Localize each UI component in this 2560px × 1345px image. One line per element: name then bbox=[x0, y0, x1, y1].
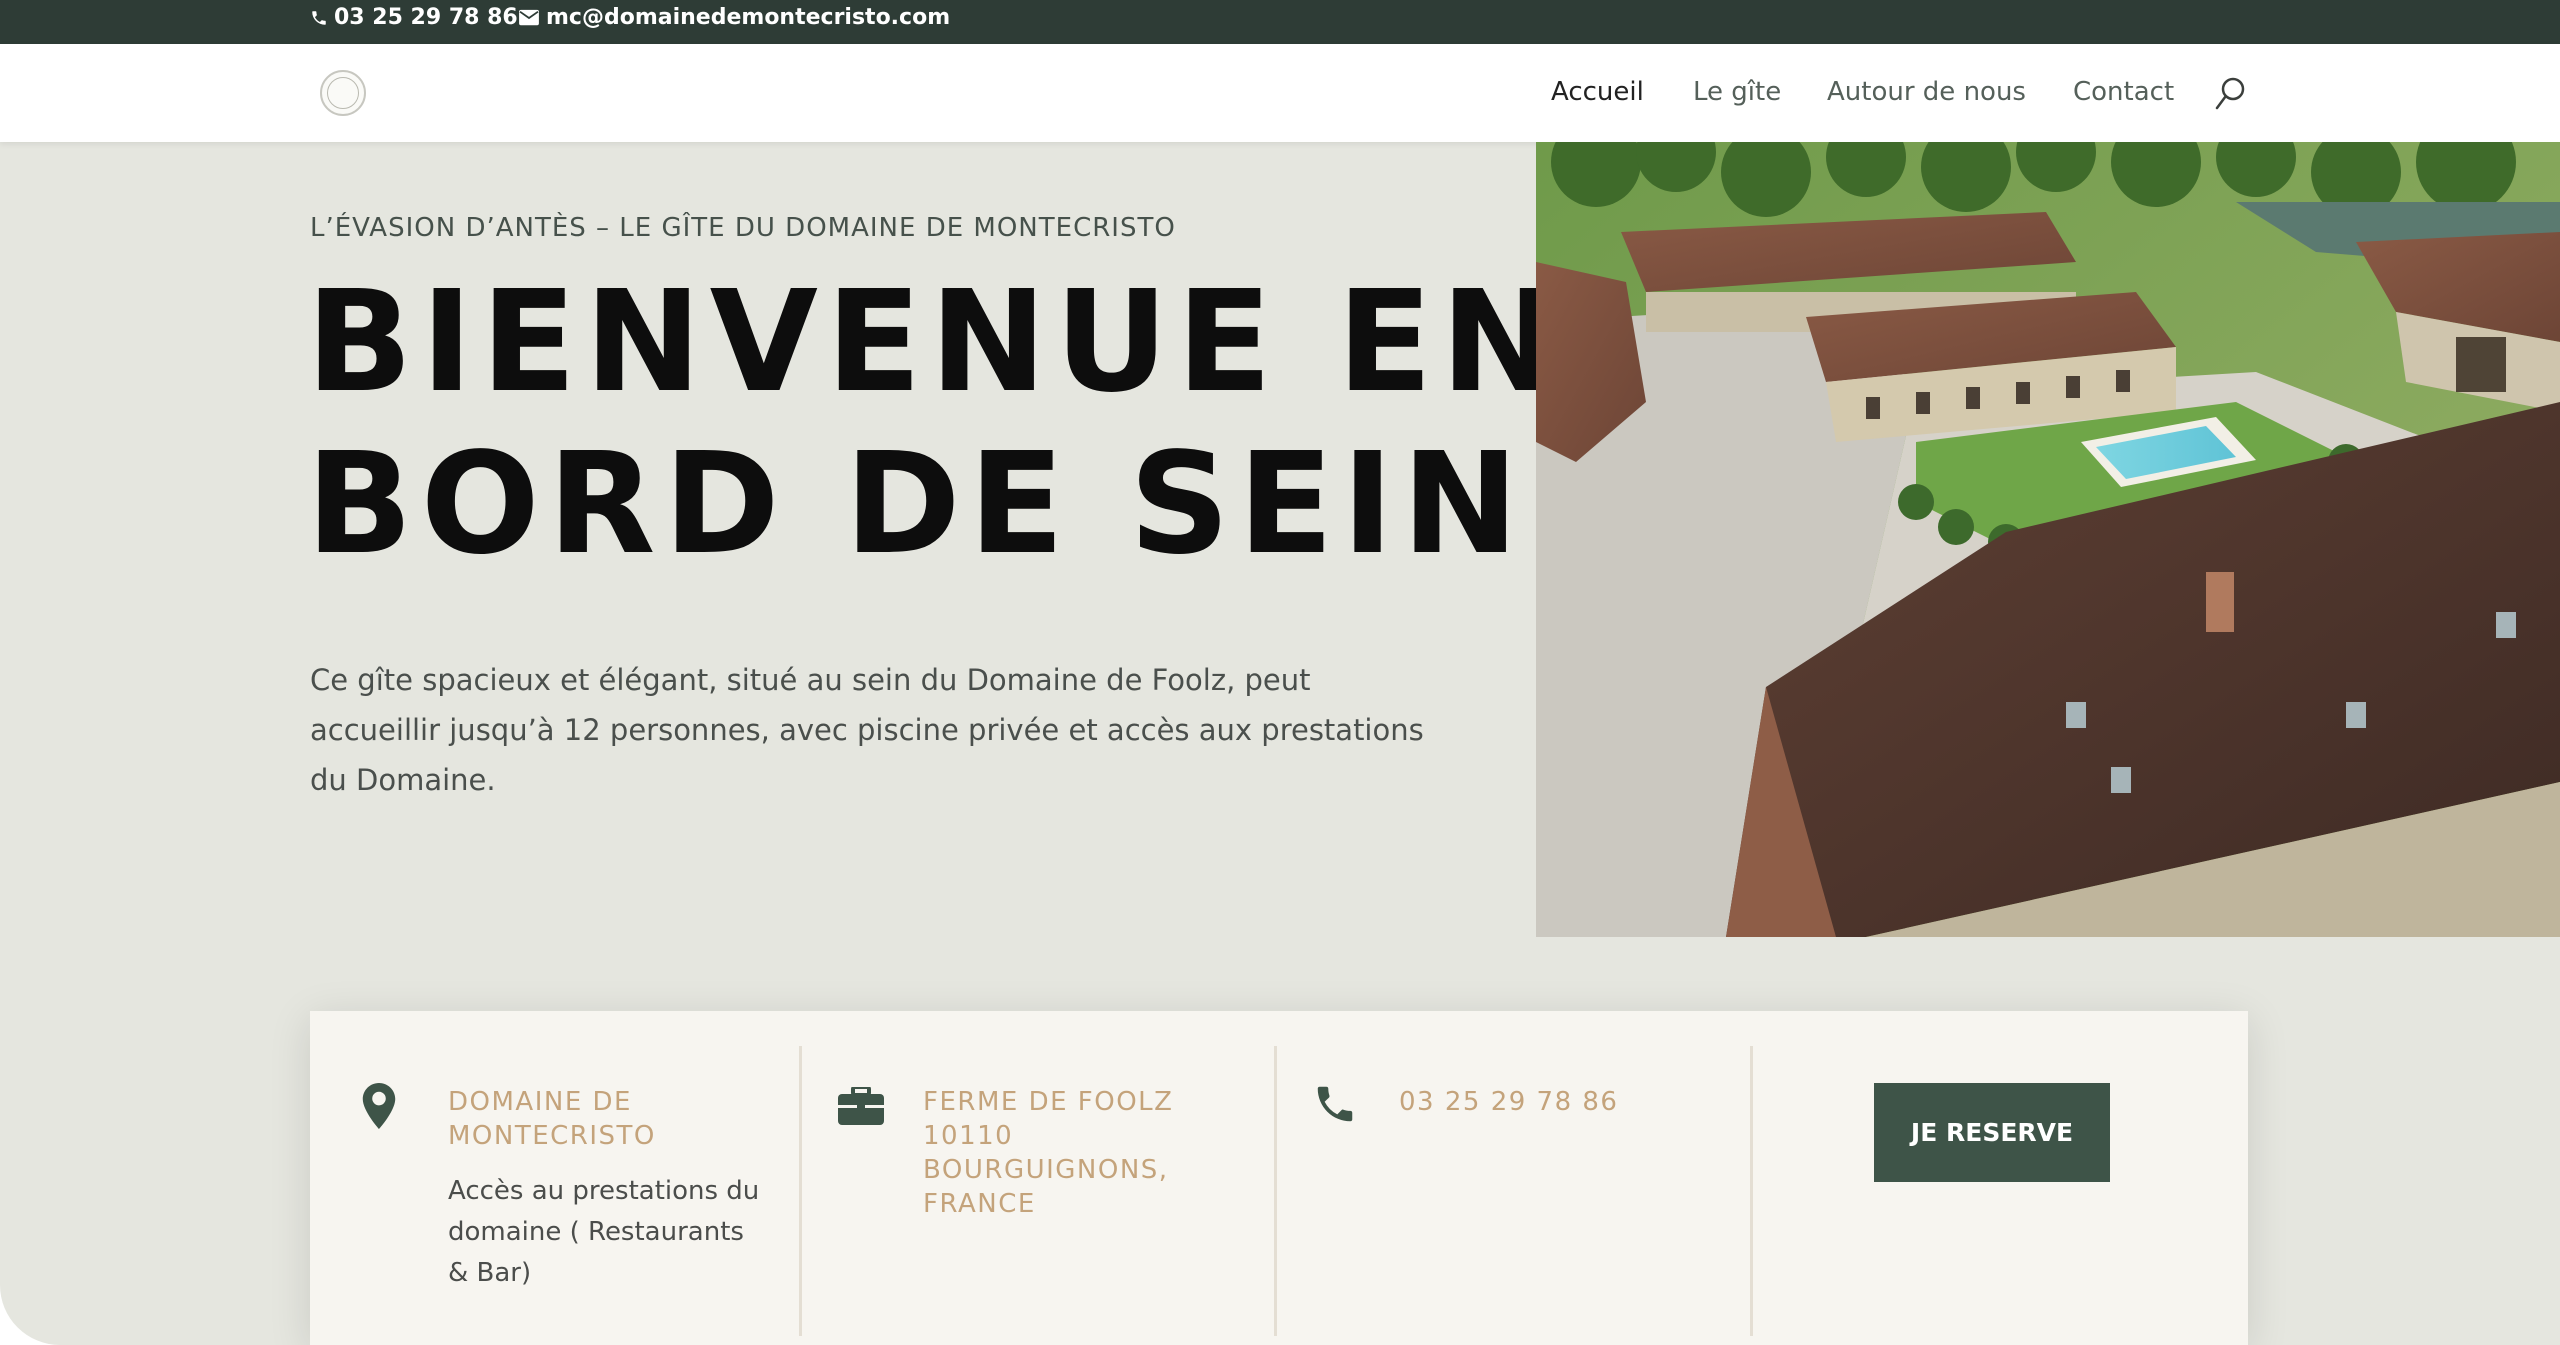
phone-icon bbox=[312, 11, 326, 25]
hero-headline: BIENVENUE EN BORD DE SEINE. bbox=[306, 262, 1692, 586]
map-pin-icon bbox=[362, 1083, 396, 1129]
aerial-estate-image bbox=[1536, 142, 2560, 937]
briefcase-icon bbox=[838, 1087, 884, 1125]
hero-headline-line-2: BORD DE SEINE. bbox=[306, 423, 1692, 586]
mail-icon bbox=[519, 9, 539, 26]
topbar-phone-link[interactable]: 03 25 29 78 86 bbox=[310, 3, 518, 33]
window-corner bbox=[0, 1285, 60, 1345]
hero-aerial-photo bbox=[1536, 142, 2560, 937]
nav-item-accueil[interactable]: Accueil bbox=[1551, 74, 1644, 110]
search-icon[interactable] bbox=[2214, 76, 2248, 112]
topbar-phone-text: 03 25 29 78 86 bbox=[334, 5, 518, 30]
nav-item-le-gite[interactable]: Le gîte bbox=[1693, 74, 1781, 110]
card-divider bbox=[1750, 1046, 1753, 1336]
card-divider bbox=[799, 1046, 802, 1336]
reserve-button[interactable]: JE RESERVE bbox=[1874, 1083, 2110, 1182]
info-card: DOMAINE DE MONTECRISTO Accès au prestati… bbox=[310, 1011, 2248, 1345]
contact-phone-title[interactable]: 03 25 29 78 86 bbox=[1399, 1085, 1719, 1119]
hero-intro-text: Ce gîte spacieux et élégant, situé au se… bbox=[310, 663, 1424, 797]
domain-services-description: Accès au prestations du domaine ( Restau… bbox=[448, 1176, 760, 1288]
topbar-email-text: mc@domainedemontecristo.com bbox=[546, 5, 951, 30]
topbar-email-link[interactable]: mc@domainedemontecristo.com bbox=[518, 3, 950, 33]
nav-item-contact[interactable]: Contact bbox=[2073, 74, 2174, 110]
phone-icon bbox=[1317, 1086, 1353, 1122]
address-title: FERME DE FOOLZ 10110 BOURGUIGNONS, FRANC… bbox=[923, 1087, 1174, 1219]
hero-subtitle: L’ÉVASION D’ANTÈS – LE GÎTE DU DOMAINE D… bbox=[310, 213, 1176, 243]
main-header: Accueil Le gîte Autour de nous Contact bbox=[0, 44, 2560, 142]
hero-headline-line-1: BIENVENUE EN bbox=[306, 261, 1566, 424]
site-logo[interactable] bbox=[320, 70, 366, 116]
card-divider bbox=[1274, 1046, 1277, 1336]
logo-emblem bbox=[327, 77, 359, 109]
domain-name-title: DOMAINE DE MONTECRISTO bbox=[448, 1087, 656, 1151]
nav-item-autour-de-nous[interactable]: Autour de nous bbox=[1827, 74, 2026, 110]
top-bar: 03 25 29 78 86 mc@domainedemontecristo.c… bbox=[0, 0, 2560, 44]
